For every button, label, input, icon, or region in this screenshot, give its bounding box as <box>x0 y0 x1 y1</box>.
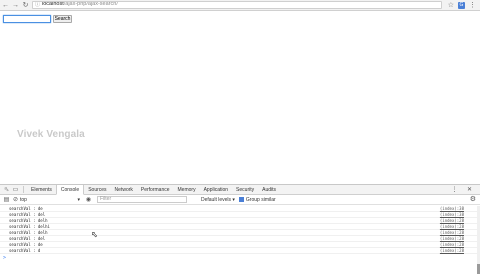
gear-icon[interactable]: ⚙ <box>470 196 476 203</box>
devtools-controls: ⋮ ✕ <box>450 187 474 193</box>
console-prompt[interactable]: > <box>0 255 478 261</box>
tab-memory[interactable]: Memory <box>174 185 200 195</box>
log-source-link[interactable]: (index):28 <box>440 242 464 247</box>
log-source-link[interactable]: (index):28 <box>440 224 464 229</box>
url-path: /ajax-php/ajax-search/ <box>63 1 118 8</box>
tab-elements[interactable]: Elements <box>27 185 56 195</box>
inspect-icon[interactable]: ⬁ <box>2 187 11 193</box>
divider <box>23 186 24 193</box>
tab-application[interactable]: Application <box>200 185 232 195</box>
tab-performance[interactable]: Performance <box>137 185 174 195</box>
eye-icon[interactable]: ◉ <box>84 197 93 203</box>
log-row: searchVal : d (index):28 <box>0 248 478 254</box>
log-source-link[interactable]: (index):38 <box>440 212 464 217</box>
address-bar[interactable]: ⓘ localhost /ajax-php/ajax-search/ <box>32 1 442 9</box>
console-output: searchVal : de (index):38 searchVal : del… <box>0 206 478 271</box>
more-icon[interactable]: ⋮ <box>450 187 459 193</box>
mouse-cursor-icon: ⬁ <box>91 230 98 239</box>
menu-icon[interactable]: ⋮ <box>469 2 476 9</box>
console-filter-bar: ▤ ⊘ top ▾ ◉ Filter Default levels ▾ Grou… <box>0 195 480 205</box>
back-icon[interactable]: ← <box>1 1 10 10</box>
close-icon[interactable]: ✕ <box>465 187 474 193</box>
extension-icon[interactable]: G <box>458 1 465 9</box>
star-icon[interactable]: ☆ <box>448 2 454 9</box>
context-value: top <box>20 196 27 203</box>
tab-network[interactable]: Network <box>111 185 137 195</box>
sidebar-toggle-icon[interactable]: ▤ <box>2 197 11 203</box>
url-host: localhost <box>42 1 64 8</box>
clear-console-icon[interactable]: ⊘ <box>11 197 20 203</box>
tab-sources[interactable]: Sources <box>84 185 110 195</box>
levels-select[interactable]: Default levels ▾ <box>201 197 235 203</box>
devtools-tab-bar: ⬁ ▭ Elements Console Sources Network Per… <box>0 184 480 195</box>
log-text: searchVal : delh <box>9 218 48 223</box>
browser-toolbar: ← → ↻ ⓘ localhost /ajax-php/ajax-search/… <box>0 0 480 11</box>
log-text: searchVal : de <box>9 206 43 211</box>
tab-audits[interactable]: Audits <box>258 185 280 195</box>
log-text: searchVal : de <box>9 242 43 247</box>
log-source-link[interactable]: (index):28 <box>440 236 464 241</box>
watermark-text: Vivek Vengala <box>17 129 85 140</box>
tab-console[interactable]: Console <box>55 184 85 195</box>
log-source-link[interactable]: (index):38 <box>440 206 464 211</box>
devtools-panel: ⬁ ▭ Elements Console Sources Network Per… <box>0 184 480 274</box>
log-source-link[interactable]: (index):28 <box>440 248 464 253</box>
chevron-down-icon: ▾ <box>77 196 80 203</box>
filter-input[interactable]: Filter <box>97 196 187 203</box>
log-source-link[interactable]: (index):28 <box>440 218 464 223</box>
levels-label: Default levels <box>201 196 232 203</box>
device-toolbar-icon[interactable]: ▭ <box>11 187 20 193</box>
info-icon[interactable]: ⓘ <box>35 2 40 8</box>
log-text: searchVal : d <box>9 248 41 253</box>
log-source-link[interactable]: (index):28 <box>440 230 464 235</box>
log-text: searchVal : del <box>9 212 46 217</box>
search-button[interactable]: Search <box>53 15 72 23</box>
context-select[interactable]: top ▾ <box>20 197 84 203</box>
tab-security[interactable]: Security <box>232 185 258 195</box>
search-input[interactable] <box>3 15 51 23</box>
group-similar-checkbox[interactable] <box>238 197 244 202</box>
forward-icon[interactable]: → <box>11 1 20 10</box>
log-text: searchVal : delh <box>9 230 48 235</box>
reload-icon[interactable]: ↻ <box>21 1 30 10</box>
page-content: Search Vivek Vengala <box>0 12 480 184</box>
group-similar-label: Group similar <box>245 196 276 203</box>
toolbar-right: ☆ G ⋮ <box>448 1 476 9</box>
log-text: searchVal : del <box>9 236 46 241</box>
log-text: searchVal : delhi <box>9 224 50 229</box>
